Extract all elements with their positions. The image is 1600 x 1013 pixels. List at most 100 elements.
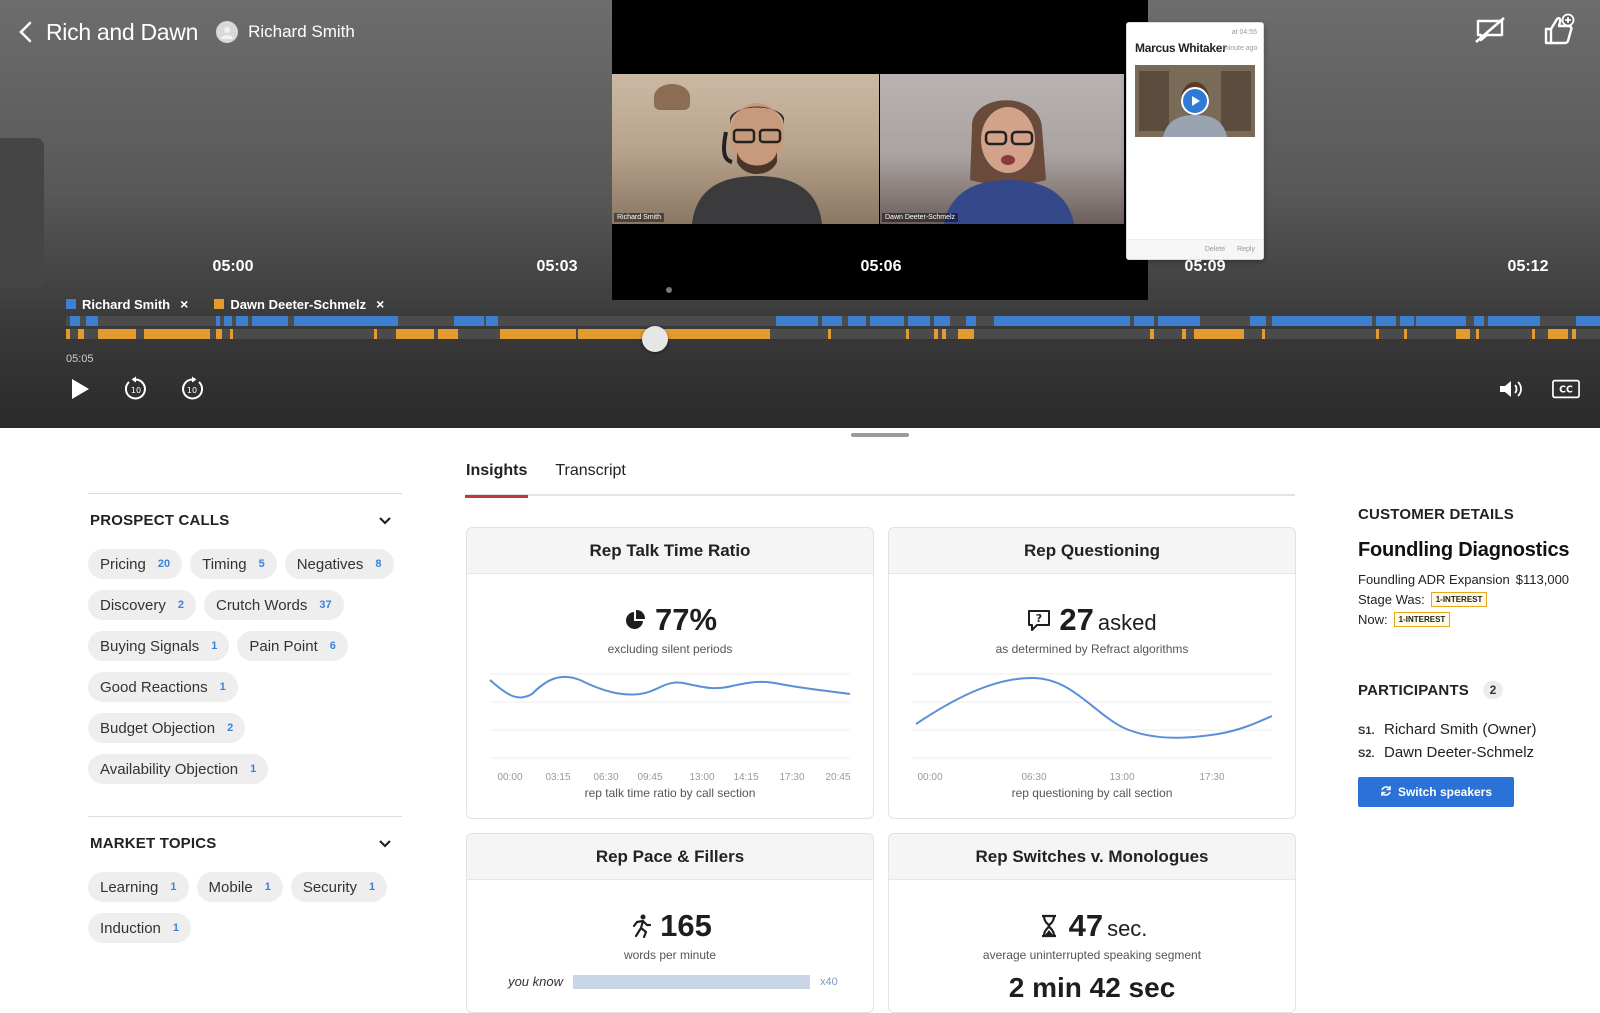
speech-segment <box>942 329 946 339</box>
x-tick: 14:15 <box>733 772 758 783</box>
frame-indicator-dot <box>666 287 672 293</box>
topic-chip[interactable]: Budget Objection 2 <box>88 713 246 743</box>
metric-value: 27 <box>1059 602 1094 637</box>
x-tick: 09:45 <box>637 772 662 783</box>
participants-label: PARTICIPANTS <box>1358 681 1470 699</box>
participant-list: S1. Richard Smith (Owner) S2. Dawn Deete… <box>1358 721 1598 761</box>
player-header: Rich and Dawn Richard Smith <box>14 14 355 50</box>
questioning-card[interactable]: Rep Questioning ? 27 asked as determined… <box>888 527 1296 819</box>
speech-segment <box>1416 316 1466 326</box>
reply-comment-link[interactable]: Reply <box>1237 246 1255 253</box>
topic-chip[interactable]: Buying Signals 1 <box>88 631 230 661</box>
company-name[interactable]: Foundling Diagnostics <box>1358 539 1598 562</box>
question-bubble-icon: ? <box>1027 608 1051 632</box>
speaker-filter-richard[interactable]: Richard Smith × <box>66 296 188 312</box>
speaker-name: Richard Smith <box>82 296 171 312</box>
talk-ratio-card[interactable]: Rep Talk Time Ratio 77% excluding silent… <box>466 527 874 819</box>
person-silhouette <box>944 100 1074 224</box>
track-richard <box>66 316 1600 326</box>
topic-chip[interactable]: Induction 1 <box>88 913 192 943</box>
video-comment-card[interactable]: at 04:55 Marcus Whitaker 1 minute ago De… <box>1126 22 1264 260</box>
metric-unit: sec. <box>1107 916 1148 941</box>
play-icon[interactable] <box>1181 87 1209 115</box>
speech-segment <box>438 329 458 339</box>
stage-now-label: Now: <box>1358 612 1388 627</box>
speech-segment <box>934 329 938 339</box>
hide-comments-icon[interactable] <box>1470 10 1510 50</box>
comment-video-thumbnail[interactable] <box>1135 65 1255 137</box>
speaker-index: S1. <box>1358 725 1375 737</box>
x-tick: 20:45 <box>825 772 850 783</box>
speech-segment <box>70 316 80 326</box>
remove-speaker-icon[interactable]: × <box>180 296 188 312</box>
speech-segment <box>1272 316 1372 326</box>
topic-chip[interactable]: Timing 5 <box>190 549 277 579</box>
metric-subtitle: average uninterrupted speaking segment <box>982 948 1202 962</box>
rewind-10-icon[interactable]: 10 <box>122 375 150 403</box>
switch-speakers-label: Switch speakers <box>1397 785 1493 799</box>
filler-count: x40 <box>820 975 838 988</box>
stage-now-row: Now: 1-INTEREST <box>1358 612 1598 627</box>
speech-segment <box>934 316 950 326</box>
running-figure-icon <box>628 914 652 938</box>
speech-segment <box>66 329 70 339</box>
speech-segment <box>98 329 136 339</box>
deal-name[interactable]: Foundling ADR Expansion <box>1358 572 1510 587</box>
forward-10-icon[interactable]: 10 <box>178 375 206 403</box>
thumbs-up-add-icon[interactable] <box>1538 10 1578 50</box>
pie-chart-icon <box>623 608 647 632</box>
metric-value: 165 <box>660 908 712 943</box>
metric-unit: asked <box>1097 610 1157 635</box>
refresh-icon <box>1380 785 1392 800</box>
svg-text:CC: CC <box>1559 385 1573 396</box>
topic-chip[interactable]: Discovery 2 <box>88 590 196 620</box>
speech-segment <box>1376 316 1396 326</box>
topic-chip[interactable]: Learning 1 <box>88 872 189 902</box>
switch-speakers-button[interactable]: Switch speakers <box>1358 777 1514 807</box>
closed-captions-icon[interactable]: CC <box>1552 375 1580 403</box>
tab-transcript[interactable]: Transcript <box>554 460 627 496</box>
remove-speaker-icon[interactable]: × <box>376 296 384 312</box>
topic-chip[interactable]: Availability Objection 1 <box>88 754 269 784</box>
market-topics-header[interactable]: MARKET TOPICS <box>90 835 402 852</box>
topic-chip[interactable]: Pain Point 6 <box>237 631 348 661</box>
metric-subtitle: words per minute <box>623 948 717 962</box>
speech-segment <box>1262 329 1265 339</box>
speech-segment <box>294 316 398 326</box>
track-dawn <box>66 329 1600 339</box>
speech-segment <box>1134 316 1154 326</box>
video-frame[interactable]: Richard Smith Dawn Deeter-Schmelz <box>612 0 1148 300</box>
topic-chip[interactable]: Mobile 1 <box>196 872 283 902</box>
delete-comment-link[interactable]: Delete <box>1205 246 1225 253</box>
chevron-down-icon[interactable] <box>378 514 392 528</box>
panel-resize-handle[interactable] <box>851 433 909 437</box>
playhead-handle[interactable] <box>642 326 669 352</box>
speaker-timeline[interactable] <box>66 314 1600 342</box>
prospect-calls-header[interactable]: PROSPECT CALLS <box>90 512 402 529</box>
speech-segment <box>828 329 831 339</box>
speech-segment <box>776 316 818 326</box>
insights-tabs: Insights Transcript <box>465 460 1295 498</box>
speaker-filter-dawn[interactable]: Dawn Deeter-Schmelz × <box>214 296 384 312</box>
topic-chip[interactable]: Negatives 8 <box>284 549 394 579</box>
section-title: PROSPECT CALLS <box>90 512 230 529</box>
card-title: Rep Talk Time Ratio <box>467 528 873 574</box>
back-arrow-icon[interactable] <box>14 21 36 43</box>
chevron-down-icon[interactable] <box>378 837 392 851</box>
topic-chip[interactable]: Pricing 20 <box>88 549 183 579</box>
divider <box>88 493 402 494</box>
tab-insights[interactable]: Insights <box>465 460 529 498</box>
topic-chip[interactable]: Security 1 <box>290 872 388 902</box>
volume-icon[interactable] <box>1498 375 1526 403</box>
filler-word-row: you know x40 <box>503 974 838 989</box>
playback-controls: 10 10 <box>66 375 206 403</box>
play-icon[interactable] <box>66 375 94 403</box>
topic-chip[interactable]: Good Reactions 1 <box>88 672 238 702</box>
topic-chip[interactable]: Crutch Words 37 <box>203 590 344 620</box>
switches-card[interactable]: Rep Switches v. Monologues 47 sec. avera… <box>888 833 1296 1013</box>
speech-segment <box>870 316 904 326</box>
video-tile-richard: Richard Smith <box>612 74 879 224</box>
prospect-topic-chips: Pricing 20 Timing 5 Negatives 8 Discovery 2 … <box>88 549 398 784</box>
speech-segment <box>1150 329 1154 339</box>
pace-fillers-card[interactable]: Rep Pace & Fillers 165 words per minute … <box>466 833 874 1013</box>
